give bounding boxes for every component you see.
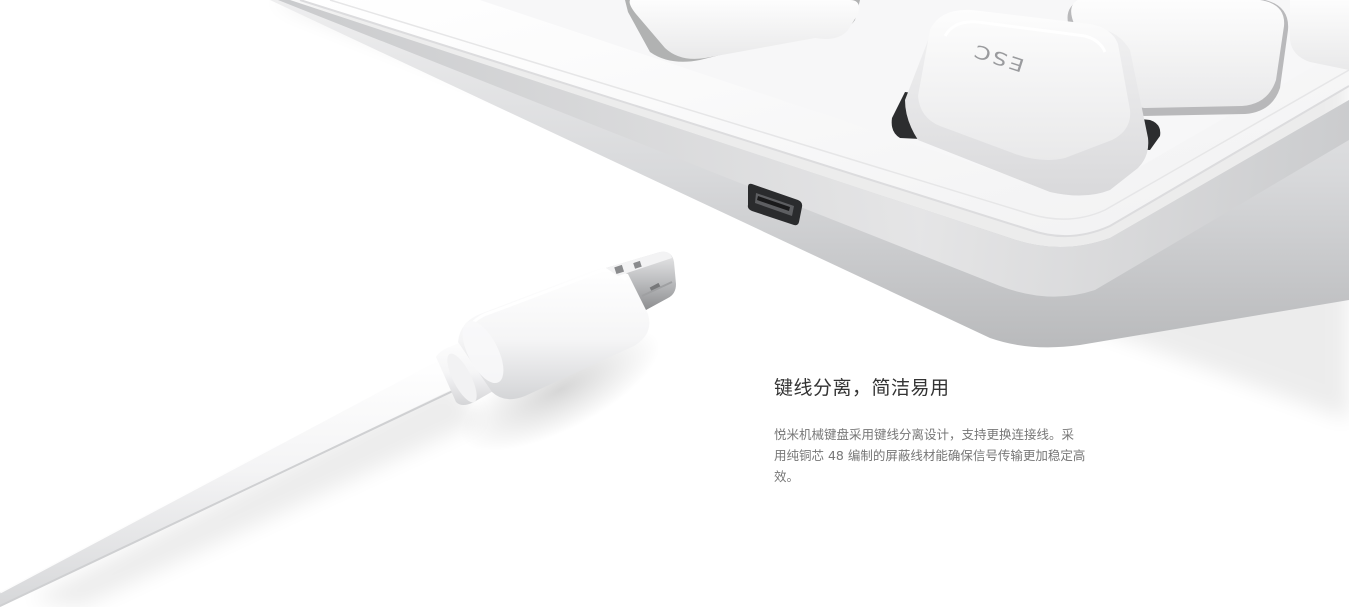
product-feature-section: ESC 键线分离，简洁易用 悦米机械键盘采用键线分离设计，支持更换连接线。采用纯… xyxy=(0,0,1349,607)
feature-description: 悦米机械键盘采用键线分离设计，支持更换连接线。采用纯铜芯 48 编制的屏蔽线材能… xyxy=(774,427,1086,484)
keyboard-cable-illustration: ESC xyxy=(0,0,1349,607)
feature-title: 键线分离，简洁易用 xyxy=(774,377,950,399)
feature-copy: 键线分离，简洁易用 悦米机械键盘采用键线分离设计，支持更换连接线。采用纯铜芯 4… xyxy=(774,374,1094,487)
